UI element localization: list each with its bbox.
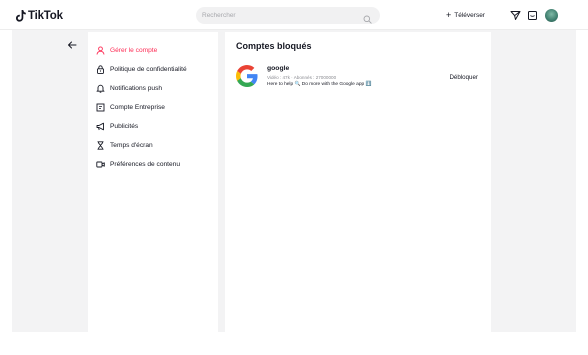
sidebar-item-label: Préférences de contenu [110, 161, 181, 168]
top-header: TikTok + Téléverser [0, 0, 588, 30]
business-icon [96, 103, 105, 112]
account-bio: Here to help 🔍 Do more with the Google a… [267, 82, 372, 87]
sidebar-item-label: Politique de confidentialité [110, 66, 187, 73]
page-title: Comptes bloqués [236, 41, 312, 51]
back-arrow-icon[interactable] [66, 40, 78, 50]
upload-label: Téléverser [454, 12, 485, 19]
search-icon[interactable] [363, 11, 372, 24]
sidebar-item-content-preferences[interactable]: Préférences de contenu [88, 155, 218, 174]
sidebar-item-push-notifications[interactable]: Notifications push [88, 79, 218, 98]
sidebar-item-manage-account[interactable]: Gérer le compte [88, 41, 218, 60]
avatar[interactable] [545, 9, 558, 22]
megaphone-icon [96, 122, 105, 131]
inbox-icon[interactable] [526, 9, 538, 21]
sidebar-item-screen-time[interactable]: Temps d'écran [88, 136, 218, 155]
sidebar-item-label: Temps d'écran [110, 142, 153, 149]
bell-icon [96, 84, 105, 93]
user-icon [96, 46, 105, 55]
video-icon [96, 160, 105, 169]
upload-button[interactable]: + Téléverser [446, 8, 485, 23]
blocked-accounts-panel: Comptes bloqués google Vidéo : 47k · Abo… [225, 32, 491, 332]
google-logo-icon[interactable] [236, 65, 258, 87]
plus-icon: + [446, 10, 452, 20]
tiktok-logo[interactable]: TikTok [16, 9, 63, 23]
sidebar-item-label: Publicités [110, 123, 139, 130]
sidebar-item-ads[interactable]: Publicités [88, 117, 218, 136]
sidebar-item-label: Gérer le compte [110, 47, 158, 54]
logo-text: TikTok [28, 10, 63, 22]
lock-icon [96, 65, 105, 74]
search-input[interactable] [202, 12, 362, 19]
tiktok-logo-icon [16, 10, 26, 22]
sidebar-item-privacy[interactable]: Politique de confidentialité [88, 60, 218, 79]
settings-sidebar: Gérer le compte Politique de confidentia… [88, 32, 218, 332]
sidebar-item-business-account[interactable]: Compte Entreprise [88, 98, 218, 117]
account-stats: Vidéo : 47k · Abonnés : 27000000 [267, 75, 337, 80]
search-bar[interactable] [196, 7, 380, 24]
sidebar-item-label: Notifications push [110, 85, 163, 92]
unblock-button[interactable]: Débloquer [449, 74, 478, 81]
account-name[interactable]: google [267, 65, 289, 72]
send-icon[interactable] [509, 9, 521, 21]
sidebar-item-label: Compte Entreprise [110, 104, 165, 111]
hourglass-icon [96, 141, 105, 150]
list-item: google Vidéo : 47k · Abonnés : 27000000 … [236, 65, 481, 91]
